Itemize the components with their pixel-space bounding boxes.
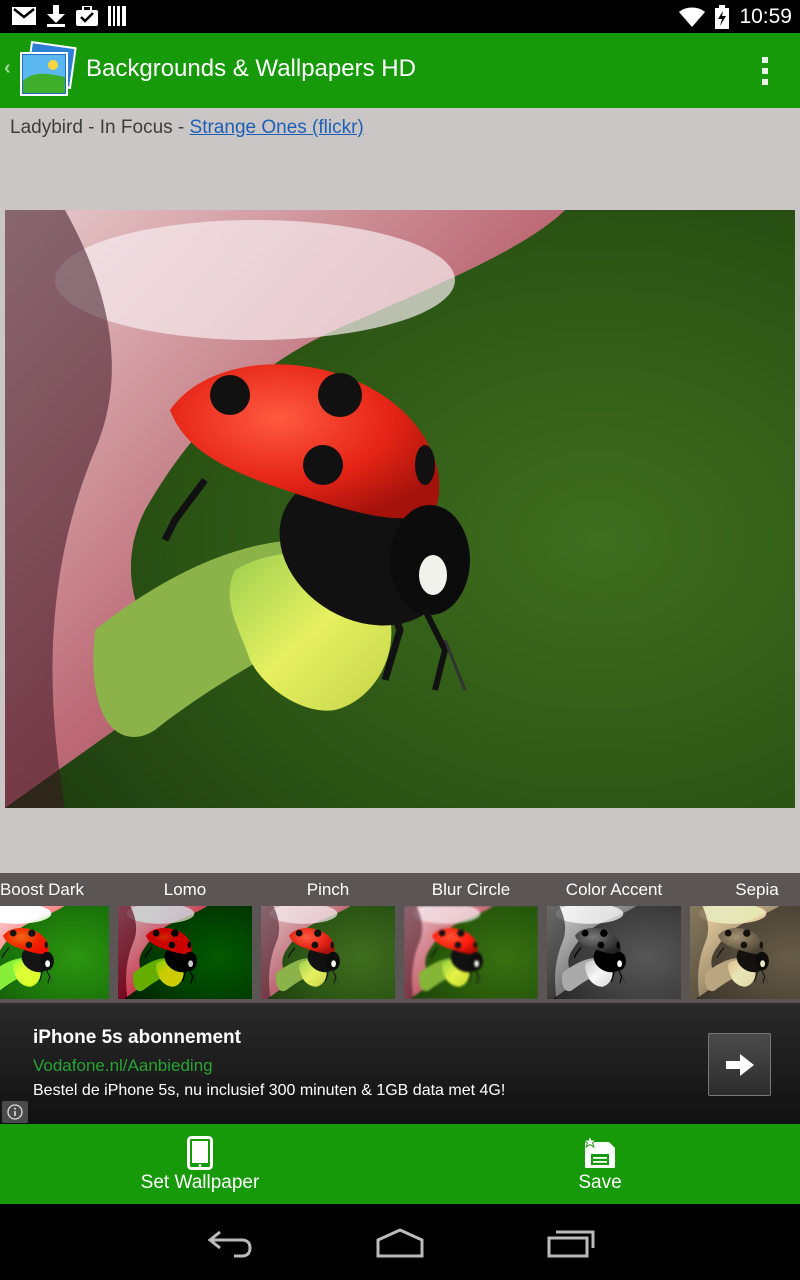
set-wallpaper-label: Set Wallpaper (140, 1172, 260, 1193)
filter-pinch[interactable]: Pinch (261, 873, 395, 1003)
arrow-right-icon (725, 1053, 754, 1076)
save-label: Save (578, 1172, 622, 1193)
app-logo-icon[interactable] (19, 41, 77, 99)
filter-label: Sepia (735, 880, 779, 899)
filter-thumbnail[interactable] (690, 906, 800, 999)
filter-thumbnail[interactable] (118, 906, 252, 999)
ad-banner[interactable]: iPhone 5s abonnement Vodafone.nl/Aanbied… (0, 1003, 800, 1124)
filter-thumbnail[interactable] (261, 906, 395, 999)
set-wallpaper-button[interactable]: Set Wallpaper (0, 1124, 400, 1204)
recent-apps-icon[interactable] (546, 1224, 596, 1265)
ad-title: iPhone 5s abonnement (33, 1027, 241, 1048)
ad-url[interactable]: Vodafone.nl/Aanbieding (33, 1056, 213, 1076)
filter-label: Blur Circle (431, 880, 511, 899)
app-bar: ‹ Backgrounds & Wallpapers HD (0, 33, 800, 108)
wifi-icon (679, 7, 706, 27)
back-chevron-icon[interactable]: ‹ (4, 57, 11, 80)
barcode-icon (108, 6, 126, 26)
filter-sepia[interactable]: Sepia (690, 873, 800, 1003)
photo-caption: Ladybird - In Focus - Strange Ones (flic… (10, 117, 364, 139)
filter-lomo[interactable]: Lomo (118, 873, 252, 1003)
status-bar: 10:59 (0, 0, 800, 33)
wallpaper-preview-area: Ladybird - In Focus - Strange Ones (flic… (0, 108, 800, 873)
home-icon[interactable] (374, 1224, 426, 1265)
filter-blur-circle[interactable]: Blur Circle (404, 873, 538, 1003)
filter-strip[interactable]: Boost Dark Lomo Pinch Blur Circle Color … (0, 873, 800, 1003)
filter-thumbnail[interactable] (547, 906, 681, 999)
save-floppy-icon (582, 1134, 617, 1175)
ad-body: Bestel de iPhone 5s, nu inclusief 300 mi… (33, 1082, 506, 1099)
briefcase-icon (76, 6, 98, 26)
author-link[interactable]: Strange Ones (flickr) (190, 117, 364, 138)
back-icon[interactable] (206, 1224, 254, 1265)
filter-thumbnail[interactable] (0, 906, 109, 999)
bottom-action-bar: Set Wallpaper Save (0, 1124, 800, 1204)
save-button[interactable]: Save (400, 1124, 800, 1204)
filter-thumbnail[interactable] (404, 906, 538, 999)
overflow-menu-icon[interactable] (760, 57, 770, 85)
filter-boost-dark[interactable]: Boost Dark (0, 873, 109, 1003)
gmail-icon (12, 7, 36, 25)
wallpaper-image[interactable] (5, 210, 795, 808)
filter-label: Lomo (163, 880, 207, 899)
app-title: Backgrounds & Wallpapers HD (86, 55, 416, 82)
clock: 10:59 (739, 5, 792, 28)
battery-icon (715, 5, 730, 29)
filter-label: Color Accent (565, 880, 663, 899)
filter-label: Boost Dark (0, 880, 85, 899)
photo-title: Ladybird - In Focus - (10, 117, 190, 138)
download-icon (46, 5, 66, 27)
ad-arrow-button[interactable] (708, 1033, 771, 1096)
ad-info-icon[interactable] (2, 1101, 28, 1123)
filter-label: Pinch (306, 880, 350, 899)
system-nav-bar (0, 1204, 800, 1280)
tablet-icon (187, 1136, 213, 1175)
filter-color-accent[interactable]: Color Accent (547, 873, 681, 1003)
